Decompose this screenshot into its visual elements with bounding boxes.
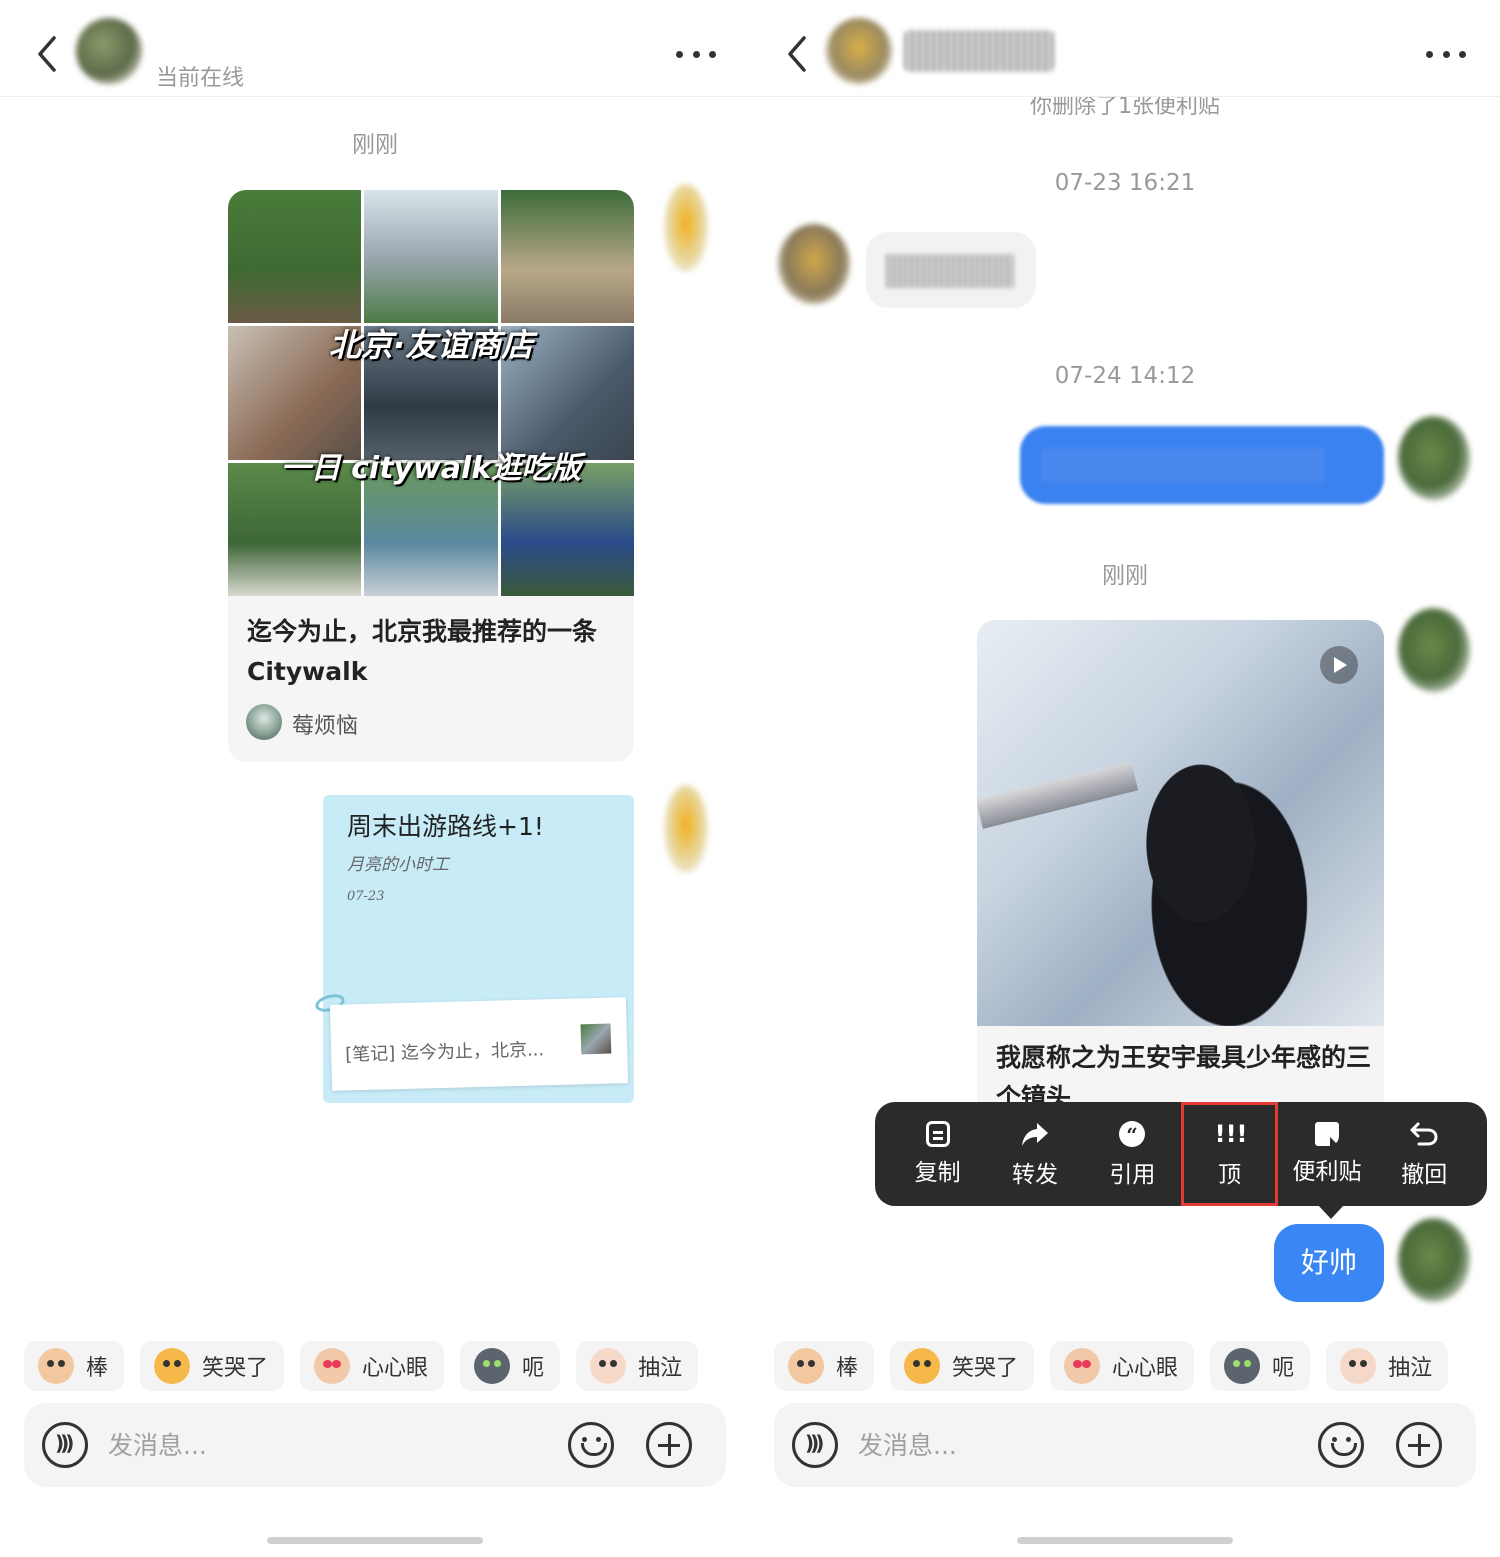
cat-heart-eyes-icon	[1064, 1348, 1101, 1384]
peer-avatar[interactable]	[778, 224, 850, 304]
note-cover-image	[228, 190, 634, 596]
quick-reaction-chip[interactable]: 心心眼	[300, 1341, 445, 1391]
author-name: 莓烦恼	[292, 714, 359, 739]
reference-text: [笔记] 迄今为止，北京...	[344, 1039, 545, 1066]
message-input[interactable]	[858, 1423, 1298, 1467]
cat-sob-icon	[1340, 1348, 1377, 1384]
menu-recall[interactable]: 撤回	[1376, 1102, 1473, 1206]
my-message-bubble[interactable]: 好帅	[1274, 1224, 1384, 1302]
svg-text:“: “	[1127, 1123, 1139, 1147]
cat-laugh-cry-icon	[154, 1348, 191, 1384]
my-avatar[interactable]	[1398, 1218, 1470, 1302]
quick-reaction-chip[interactable]: 棒	[774, 1341, 875, 1391]
cat-thumbs-up-icon	[38, 1348, 74, 1384]
emoji-icon[interactable]	[1318, 1422, 1364, 1468]
forward-icon	[1021, 1123, 1048, 1146]
cat-speechless-icon	[474, 1348, 511, 1384]
cat-thumbs-up-icon	[788, 1348, 824, 1384]
blurred-text	[886, 254, 1014, 288]
peer-avatar[interactable]	[826, 18, 892, 84]
quote-icon: “	[1119, 1121, 1146, 1147]
quick-reaction-chip[interactable]: 笑哭了	[890, 1341, 1035, 1391]
peer-avatar[interactable]	[76, 18, 142, 84]
menu-bump[interactable]: !!! 顶	[1180, 1102, 1279, 1206]
my-avatar[interactable]	[1398, 416, 1470, 500]
video-cover-image	[977, 620, 1384, 1026]
sticky-date: 07-23	[347, 889, 385, 904]
quick-reaction-chip[interactable]: 棒	[24, 1341, 125, 1391]
home-indicator	[267, 1537, 483, 1544]
sticky-title: 周末出游路线+1!	[347, 812, 544, 841]
quick-reaction-bar: 棒 笑哭了 心心眼 呃 抽泣	[774, 1341, 1484, 1391]
quick-reaction-bar: 棒 笑哭了 心心眼 呃 抽泣	[24, 1341, 734, 1391]
menu-copy[interactable]: 复制	[889, 1102, 986, 1206]
recall-icon	[1410, 1122, 1438, 1146]
quick-reaction-chip[interactable]: 呃	[1210, 1341, 1311, 1391]
chat-screen-right: 你删除了1张便利贴 07-23 16:21 07-24 14:12 刚刚 我愿称…	[750, 0, 1500, 1557]
cover-title: 北京·友谊商店	[328, 326, 534, 364]
message-input-bar	[774, 1403, 1476, 1487]
chat-header	[750, 0, 1500, 97]
peer-name-blurred	[904, 30, 1054, 72]
my-message-bubble[interactable]	[1020, 426, 1384, 504]
quick-reaction-chip[interactable]: 抽泣	[1326, 1341, 1449, 1391]
copy-icon	[925, 1121, 950, 1147]
plus-icon[interactable]	[1396, 1422, 1442, 1468]
my-avatar[interactable]	[664, 184, 708, 272]
menu-sticky-note[interactable]: 便利贴	[1278, 1102, 1375, 1206]
chat-header: 当前在线	[0, 0, 750, 97]
my-avatar[interactable]	[664, 785, 708, 873]
quick-reaction-chip[interactable]: 呃	[460, 1341, 561, 1391]
menu-quote[interactable]: “ 引用	[1084, 1102, 1181, 1206]
voice-input-icon[interactable]	[42, 1422, 88, 1468]
cat-laugh-cry-icon	[904, 1348, 941, 1384]
voice-input-icon[interactable]	[792, 1422, 838, 1468]
bump-icon: !!!	[1214, 1120, 1248, 1148]
sticky-note-icon	[1314, 1122, 1340, 1147]
blurred-text	[1044, 448, 1324, 482]
back-arrow-icon[interactable]	[784, 34, 812, 74]
menu-forward[interactable]: 转发	[986, 1102, 1083, 1206]
message-context-menu: 复制 转发 “ 引用 !!! 顶 便利贴 撤回	[875, 1102, 1487, 1219]
reference-thumbnail	[580, 1023, 612, 1055]
emoji-icon[interactable]	[568, 1422, 614, 1468]
sticky-reference-note[interactable]: [笔记] 迄今为止，北京...	[329, 997, 629, 1091]
message-input[interactable]	[108, 1423, 548, 1467]
online-status: 当前在线	[156, 66, 245, 91]
peer-message-bubble[interactable]	[866, 232, 1036, 308]
timestamp: 07-24 14:12	[1054, 363, 1196, 389]
shared-video-card[interactable]: 我愿称之为王安宇最具少年感的三个镜头	[977, 620, 1384, 1110]
message-input-bar	[24, 1403, 726, 1487]
cover-subtitle: 一日 citywalk逛吃版	[280, 451, 582, 486]
chat-screen-left: 当前在线 刚刚 北京·友谊商店 一日 citywalk逛吃版 迄今为止，北京我最…	[0, 0, 750, 1557]
home-indicator	[1017, 1537, 1233, 1544]
note-title: 迄今为止，北京我最推荐的一条 Citywalk	[247, 617, 598, 686]
cat-heart-eyes-icon	[314, 1348, 351, 1384]
back-arrow-icon[interactable]	[34, 34, 62, 74]
more-options-icon[interactable]	[676, 48, 716, 60]
shared-note-card[interactable]: 北京·友谊商店 一日 citywalk逛吃版 迄今为止，北京我最推荐的一条 Ci…	[228, 190, 634, 762]
quick-reaction-chip[interactable]: 抽泣	[576, 1341, 699, 1391]
author-avatar	[246, 704, 282, 740]
timestamp: 刚刚	[352, 132, 398, 158]
my-avatar[interactable]	[1398, 608, 1470, 692]
timestamp: 07-23 16:21	[1054, 170, 1196, 196]
sticky-note-message[interactable]: 周末出游路线+1! 月亮的小时工 07-23 [笔记] 迄今为止，北京...	[313, 795, 634, 1103]
plus-icon[interactable]	[646, 1422, 692, 1468]
quick-reaction-chip[interactable]: 笑哭了	[140, 1341, 285, 1391]
play-icon[interactable]	[1320, 646, 1358, 684]
timestamp: 刚刚	[1102, 563, 1148, 589]
cat-speechless-icon	[1224, 1348, 1261, 1384]
sticky-author: 月亮的小时工	[347, 855, 449, 875]
more-options-icon[interactable]	[1426, 48, 1466, 60]
quick-reaction-chip[interactable]: 心心眼	[1050, 1341, 1195, 1391]
video-title: 我愿称之为王安宇最具少年感的三个镜头	[996, 1043, 1372, 1110]
cat-sob-icon	[590, 1348, 627, 1384]
